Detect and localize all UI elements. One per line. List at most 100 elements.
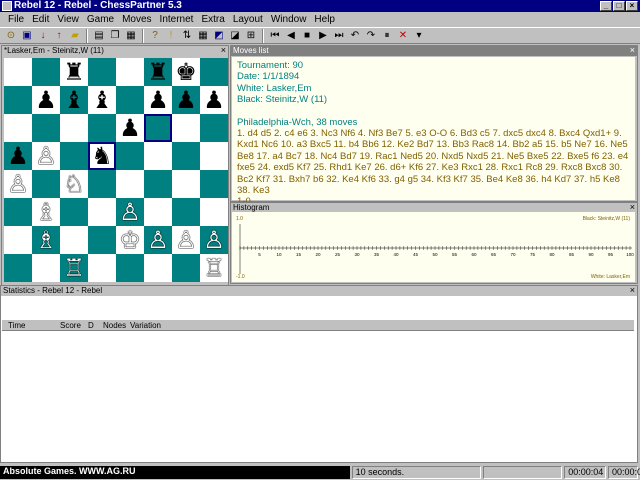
menu-view[interactable]: View [57,14,79,25]
board-square[interactable] [4,114,32,142]
column-score[interactable]: Score [60,320,81,331]
save-icon[interactable]: ▣ [20,29,34,43]
chess-piece[interactable]: ♙ [172,226,200,254]
pause-icon[interactable]: ⏸ [380,29,394,43]
board-square[interactable] [144,254,172,282]
board-square[interactable] [4,86,32,114]
menu-help[interactable]: Help [314,14,335,25]
board-square[interactable] [200,142,228,170]
chess-piece[interactable]: ♜ [144,58,172,86]
arrow-up-icon[interactable]: ↑ [52,29,66,43]
chess-piece[interactable]: ♟ [200,86,228,114]
column-variation[interactable]: Variation [130,320,161,331]
board-square[interactable] [172,198,200,226]
move-text[interactable]: 1. d4 d5 2. c4 e6 3. Nc3 Nf6 4. Nf3 Be7 … [237,128,630,196]
paste-icon[interactable]: ▦ [124,29,138,43]
board-square[interactable] [116,142,144,170]
chess-piece[interactable]: ♙ [32,142,60,170]
board-square[interactable] [88,114,116,142]
column-nodes[interactable]: Nodes [103,320,126,331]
chess-piece[interactable]: ♖ [200,254,228,282]
board-square[interactable] [88,254,116,282]
board-square[interactable] [200,170,228,198]
board-square[interactable] [144,142,172,170]
chess-piece[interactable]: ♟ [4,142,32,170]
chess-piece[interactable]: ♟ [116,114,144,142]
forward-icon[interactable]: ▶ [316,29,330,43]
board-square[interactable] [88,226,116,254]
board-square[interactable] [200,198,228,226]
board-square[interactable] [4,226,32,254]
first-move-icon[interactable]: ⏮ [268,29,282,43]
chess-piece[interactable]: ♝ [88,86,116,114]
chess-piece[interactable]: ♖ [60,254,88,282]
chess-piece[interactable]: ♟ [144,86,172,114]
minimize-button[interactable]: _ [600,1,612,11]
menu-layout[interactable]: Layout [233,14,263,25]
copy-icon[interactable]: ❐ [108,29,122,43]
menu-internet[interactable]: Internet [160,14,194,25]
close-button[interactable]: × [626,1,638,11]
chess-piece[interactable]: ♗ [32,198,60,226]
chess-board[interactable]: ♜ ♜ ♚ ♟ ♝ ♝ ♟ ♟ ♟ ♟ ♟ ♙ ♞ ♙ ♘ ♗ ♙ ♗ ♔ ♙ ♙ ♙ ♖ ♖ [4,58,229,284]
board-square[interactable] [172,142,200,170]
board-square[interactable] [144,170,172,198]
arrow-down-icon[interactable]: ↓ [36,29,50,43]
board-square[interactable] [32,58,60,86]
board-square[interactable] [116,170,144,198]
chess-piece[interactable]: ♔ [116,226,144,254]
chess-piece[interactable]: ♟ [32,86,60,114]
board-square[interactable] [4,58,32,86]
chevron-down-icon[interactable]: ▾ [412,29,426,43]
bulb-icon[interactable]: ! [164,29,178,43]
close-icon[interactable]: × [630,203,635,212]
board-square[interactable] [172,114,200,142]
chess-piece[interactable]: ♝ [60,86,88,114]
redo-icon[interactable]: ↷ [364,29,378,43]
undo-icon[interactable]: ↶ [348,29,362,43]
menu-extra[interactable]: Extra [201,14,224,25]
board-icon[interactable]: ▦ [196,29,210,43]
chess-piece[interactable]: ♙ [116,198,144,226]
chess-piece[interactable]: ♙ [200,226,228,254]
board-square[interactable] [32,254,60,282]
board-square[interactable] [88,198,116,226]
board-square[interactable] [32,114,60,142]
app-icon[interactable] [2,1,12,11]
menu-window[interactable]: Window [271,14,307,25]
last-move-icon[interactable]: ⏭ [332,29,346,43]
close-icon[interactable]: × [630,286,635,295]
board-square[interactable] [116,254,144,282]
chess-piece[interactable]: ♚ [172,58,200,86]
board-square[interactable] [116,58,144,86]
board-square[interactable] [172,170,200,198]
chess-piece[interactable]: ♗ [32,226,60,254]
folder-icon[interactable]: ▰ [68,29,82,43]
setup-icon[interactable]: ◪ [228,29,242,43]
cancel-icon[interactable]: ✕ [396,29,410,43]
hint-icon[interactable]: ? [148,29,162,43]
chess-piece[interactable]: ♙ [4,170,32,198]
search-icon[interactable]: ⊙ [4,29,18,43]
board-square[interactable] [4,198,32,226]
board-square[interactable] [144,198,172,226]
chess-piece[interactable]: ♟ [172,86,200,114]
engine-icon[interactable]: ⊞ [244,29,258,43]
menu-game[interactable]: Game [87,14,114,25]
menu-moves[interactable]: Moves [122,14,151,25]
board-square[interactable] [200,58,228,86]
menu-file[interactable]: File [8,14,24,25]
stop-icon[interactable]: ■ [300,29,314,43]
flip-board-icon[interactable]: ⇅ [180,29,194,43]
close-icon[interactable]: × [630,46,635,55]
close-icon[interactable]: × [221,46,226,55]
printer-icon[interactable]: ▤ [92,29,106,43]
menu-edit[interactable]: Edit [32,14,49,25]
board-square[interactable] [116,86,144,114]
chess-piece[interactable]: ♜ [60,58,88,86]
board-square[interactable] [60,198,88,226]
board-square[interactable] [88,170,116,198]
color-icon[interactable]: ◩ [212,29,226,43]
board-square[interactable] [60,142,88,170]
chess-piece[interactable]: ♞ [88,142,116,170]
